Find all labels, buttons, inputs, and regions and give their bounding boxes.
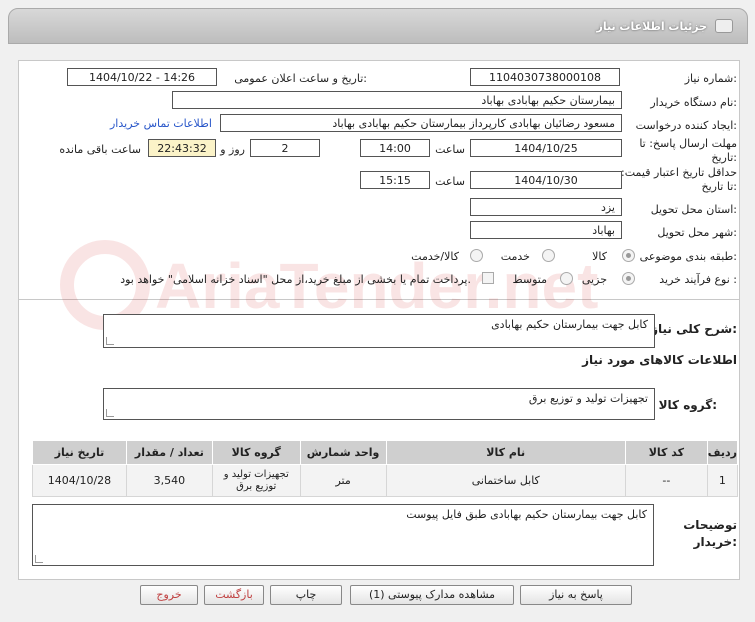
col-header-name: نام کالا (385, 440, 626, 465)
category-radio-goods[interactable] (622, 249, 635, 262)
reply-button[interactable]: پاسخ به نیاز (520, 585, 632, 605)
days-label: روز و (220, 143, 245, 156)
category-radio-both[interactable] (470, 249, 483, 262)
cell-name: کابل ساختمانی (385, 464, 626, 497)
col-header-unit: واحد شمارش (299, 440, 387, 465)
province-label: استان محل تحویل: (650, 203, 737, 216)
buyer-org-field[interactable]: بیمارستان حکیم بهابادی بهاباد (172, 91, 622, 109)
deadline-time-label: ساعت (435, 143, 465, 156)
view-attachments-button[interactable]: مشاهده مدارک پیوستی (1) (350, 585, 514, 605)
buyer-notes-text: کابل جهت بیمارستان حکیم بهابادی طبق فایل… (406, 508, 647, 521)
deadline-time-field[interactable]: 14:00 (360, 139, 430, 157)
resize-grip-icon[interactable] (106, 409, 114, 417)
table-header-row: ردیف کد کالا نام کالا واحد شمارش گروه کا… (32, 440, 739, 465)
validity-label: حداقل تاریخ اعتبار قیمت: تا تاریخ: (621, 166, 737, 193)
category-option-service: خدمت (500, 250, 530, 263)
exit-button[interactable]: خروج (140, 585, 198, 605)
need-summary-textarea[interactable]: کابل جهت بیمارستان حکیم بهابادی (103, 314, 655, 348)
col-header-code: کد کالا (624, 440, 708, 465)
goods-group-label: گروه کالا: (658, 398, 717, 412)
col-header-date: تاریخ نیاز (32, 440, 127, 465)
contact-info-link[interactable]: اطلاعات تماس خریدار (110, 117, 212, 130)
col-header-quantity: تعداد / مقدار (125, 440, 213, 465)
validity-time-label: ساعت (435, 175, 465, 188)
buyer-notes-textarea[interactable]: کابل جهت بیمارستان حکیم بهابادی طبق فایل… (32, 504, 654, 566)
process-option-medium: متوسط (512, 273, 547, 286)
window-title: جزئیات اطلاعات نیاز (596, 20, 708, 33)
process-radio-minor[interactable] (622, 272, 635, 285)
cell-date: 1404/10/28 (32, 464, 127, 497)
goods-group-text: تجهیزات تولید و توزیع برق (528, 392, 648, 405)
window-icon (715, 19, 733, 33)
col-header-row-number: ردیف (706, 440, 739, 465)
items-table: ردیف کد کالا نام کالا واحد شمارش گروه کا… (32, 440, 739, 497)
cell-code: -- (624, 464, 708, 497)
announce-date-field[interactable]: 1404/10/22 - 14:26 (67, 68, 217, 86)
process-radio-medium[interactable] (560, 272, 573, 285)
cell-quantity: 3,540 (125, 464, 213, 497)
category-label: طبقه بندی موضوعی: (639, 250, 737, 263)
process-option-minor: جزیی (581, 273, 607, 286)
deadline-date-field[interactable]: 1404/10/25 (470, 139, 622, 157)
city-label: شهر محل تحویل: (657, 226, 737, 239)
validity-time-field[interactable]: 15:15 (360, 171, 430, 189)
cell-group: تجهیزات تولید و توزیع برق (211, 464, 301, 497)
resize-grip-icon[interactable] (106, 337, 114, 345)
treasury-payment-checkbox[interactable] (482, 272, 494, 284)
resize-grip-icon[interactable] (35, 555, 43, 563)
treasury-payment-note: پرداخت تمام یا بخشی از مبلغ خرید،از محل … (120, 273, 471, 286)
col-header-group: گروه کالا (211, 440, 301, 465)
category-option-both: کالا/خدمت (411, 250, 459, 263)
buyer-org-label: نام دستگاه خریدار: (650, 96, 737, 109)
days-field[interactable]: 2 (250, 139, 320, 157)
validity-date-field[interactable]: 1404/10/30 (470, 171, 622, 189)
cell-row-number: 1 (706, 464, 739, 497)
need-summary-text: کابل جهت بیمارستان حکیم بهابادی (491, 318, 648, 331)
need-number-label: شماره نیاز: (684, 72, 737, 85)
remaining-label: ساعت باقی مانده (59, 143, 141, 156)
remaining-time-field: 22:43:32 (148, 139, 216, 157)
print-button[interactable]: چاپ (270, 585, 342, 605)
buyer-notes-label: توضیحات خریدار: (683, 518, 737, 549)
need-number-field[interactable]: 1104030738000108 (470, 68, 620, 86)
announce-label: تاریخ و ساعت اعلان عمومی: (234, 72, 367, 85)
province-field[interactable]: یزد (470, 198, 622, 216)
goods-group-textarea[interactable]: تجهیزات تولید و توزیع برق (103, 388, 655, 420)
creator-field[interactable]: مسعود رضائیان بهابادی کارپرداز بیمارستان… (220, 114, 622, 132)
category-radio-service[interactable] (542, 249, 555, 262)
deadline-label: مهلت ارسال پاسخ: تا تاریخ: (639, 137, 737, 164)
back-button[interactable]: بازگشت (204, 585, 264, 605)
process-label: نوع فرآیند خرید : (659, 273, 737, 286)
cell-unit: متر (299, 464, 387, 497)
category-option-goods: کالا (592, 250, 607, 263)
city-field[interactable]: بهاباد (470, 221, 622, 239)
goods-info-title: اطلاعات کالاهای مورد نیاز (582, 353, 737, 367)
table-row[interactable]: 1 -- کابل ساختمانی متر تجهیزات تولید و ت… (32, 464, 739, 497)
creator-label: ایجاد کننده درخواست: (635, 119, 737, 132)
need-summary-label: شرح کلی نیاز: (651, 322, 737, 336)
window-titlebar: جزئیات اطلاعات نیاز (8, 8, 748, 44)
